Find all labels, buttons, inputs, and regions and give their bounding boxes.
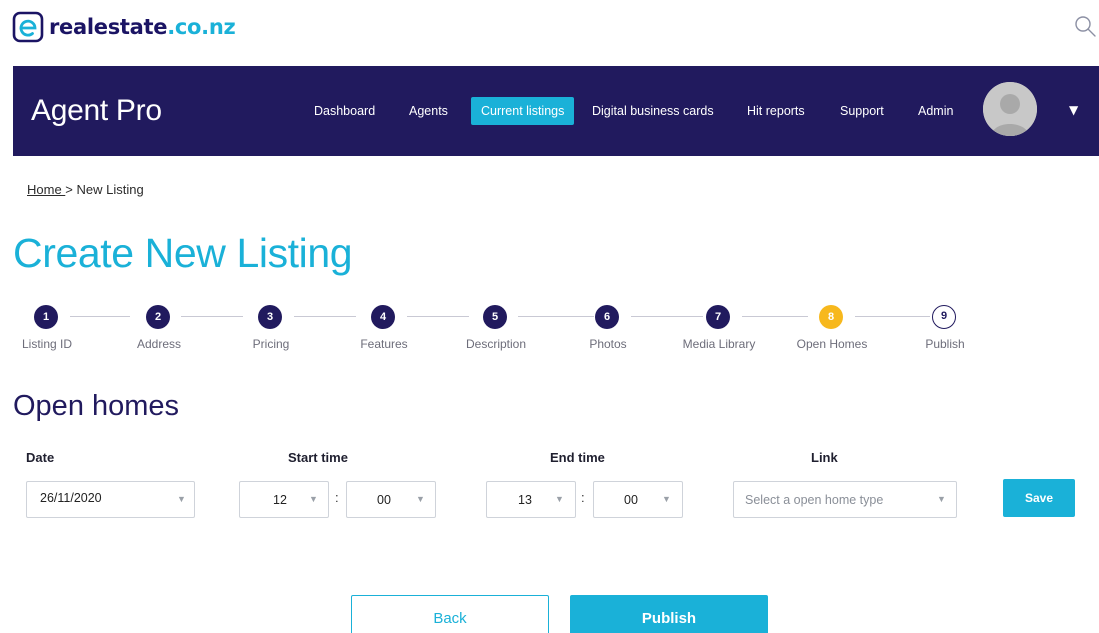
back-button[interactable]: Back xyxy=(351,595,549,633)
chevron-down-icon: ▼ xyxy=(662,494,671,504)
step-connector xyxy=(855,316,930,317)
step-connector xyxy=(407,316,469,317)
step-3-label: Pricing xyxy=(252,337,290,351)
start-hour-select[interactable]: 12 ▼ xyxy=(239,481,329,518)
step-connector xyxy=(181,316,243,317)
end-minute-select[interactable]: 00 ▼ xyxy=(593,481,683,518)
breadcrumb: Home > New Listing xyxy=(27,182,144,197)
step-6-circle[interactable]: 6 xyxy=(595,305,619,329)
end-hour-value: 13 xyxy=(518,493,532,507)
breadcrumb-current: New Listing xyxy=(76,182,144,197)
step-5-circle[interactable]: 5 xyxy=(483,305,507,329)
time-separator: : xyxy=(335,490,339,505)
section-title: Open homes xyxy=(13,390,180,422)
date-select[interactable]: 26/11/2020 ▼ xyxy=(26,481,195,518)
breadcrumb-home-link[interactable]: Home xyxy=(27,182,65,197)
nav-item-agents[interactable]: Agents xyxy=(399,97,458,125)
start-time-label: Start time xyxy=(288,450,348,465)
step-9-circle[interactable]: 9 xyxy=(932,305,956,329)
step-8-circle[interactable]: 8 xyxy=(819,305,843,329)
end-hour-select[interactable]: 13 ▼ xyxy=(486,481,576,518)
step-8-label: Open Homes xyxy=(796,337,868,351)
page-title: Create New Listing xyxy=(13,230,353,276)
logo-e-icon xyxy=(12,11,44,43)
step-2-label: Address xyxy=(136,337,182,351)
start-minute-value: 00 xyxy=(377,493,391,507)
step-7-label: Media Library xyxy=(682,337,756,351)
nav-item-support[interactable]: Support xyxy=(830,97,894,125)
chevron-down-icon: ▼ xyxy=(416,494,425,504)
date-label: Date xyxy=(26,450,55,465)
open-home-type-select[interactable]: Select a open home type ▼ xyxy=(733,481,957,518)
site-logo[interactable]: realestate.co.nz xyxy=(12,11,236,43)
step-1-circle[interactable]: 1 xyxy=(34,305,58,329)
step-9-label: Publish xyxy=(925,337,965,351)
main-navbar: Agent Pro Dashboard Agents Current listi… xyxy=(13,66,1099,156)
start-minute-select[interactable]: 00 ▼ xyxy=(346,481,436,518)
step-4-circle[interactable]: 4 xyxy=(371,305,395,329)
site-header: realestate.co.nz xyxy=(0,0,1099,66)
step-2-circle[interactable]: 2 xyxy=(146,305,170,329)
step-connector xyxy=(294,316,356,317)
nav-item-dashboard[interactable]: Dashboard xyxy=(304,97,385,125)
step-1-label: Listing ID xyxy=(21,337,73,351)
chevron-down-icon: ▼ xyxy=(177,494,186,504)
breadcrumb-separator: > xyxy=(65,182,73,197)
step-3-circle[interactable]: 3 xyxy=(258,305,282,329)
start-hour-value: 12 xyxy=(273,493,287,507)
search-icon[interactable] xyxy=(1073,14,1097,38)
save-button[interactable]: Save xyxy=(1003,479,1075,517)
listing-stepper: 1 2 3 4 5 6 7 8 9 Listing ID Address Pri… xyxy=(0,303,1099,363)
open-home-type-placeholder: Select a open home type xyxy=(745,493,884,507)
time-separator: : xyxy=(581,490,585,505)
step-4-label: Features xyxy=(360,337,408,351)
end-time-label: End time xyxy=(550,450,605,465)
step-connector xyxy=(70,316,130,317)
user-silhouette-icon xyxy=(983,82,1037,136)
logo-text: realestate.co.nz xyxy=(49,15,236,39)
step-6-label: Photos xyxy=(589,337,627,351)
nav-item-admin[interactable]: Admin xyxy=(908,97,963,125)
chevron-down-icon: ▼ xyxy=(309,494,318,504)
nav-item-hit-reports[interactable]: Hit reports xyxy=(737,97,815,125)
chevron-down-icon: ▼ xyxy=(937,494,946,504)
end-minute-value: 00 xyxy=(624,493,638,507)
step-connector xyxy=(631,316,703,317)
date-value: 26/11/2020 xyxy=(40,491,102,505)
step-connector xyxy=(742,316,808,317)
chevron-down-icon: ▼ xyxy=(555,494,564,504)
publish-button[interactable]: Publish xyxy=(570,595,768,633)
step-5-label: Description xyxy=(465,337,527,351)
step-connector xyxy=(518,316,594,317)
step-7-circle[interactable]: 7 xyxy=(706,305,730,329)
user-avatar[interactable] xyxy=(983,82,1037,136)
link-label: Link xyxy=(811,450,838,465)
app-brand[interactable]: Agent Pro xyxy=(31,94,162,128)
user-menu-chevron-down-icon[interactable]: ▼ xyxy=(1069,103,1078,117)
nav-item-digital-business-cards[interactable]: Digital business cards xyxy=(582,97,724,125)
nav-item-current-listings[interactable]: Current listings xyxy=(471,97,575,125)
